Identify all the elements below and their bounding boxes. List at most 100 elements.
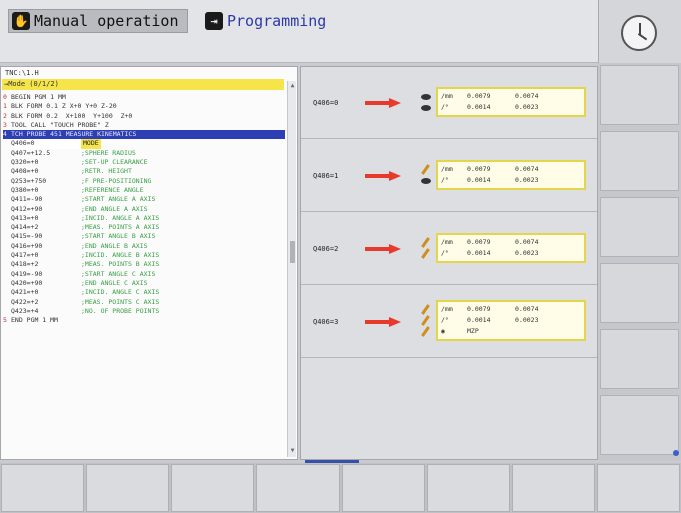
softkey-6[interactable] (426, 464, 510, 512)
line-code: TOOL CALL "TOUCH PROBE" Z (11, 120, 109, 129)
program-line[interactable]: Q411=-90 ;START ANGLE A AXIS (3, 195, 285, 204)
program-line[interactable]: Q320=+0 ;SET-UP CLEARANCE (3, 158, 285, 167)
result-cell: /° (441, 249, 449, 257)
parameter-value: Q416=+90 (11, 241, 43, 250)
file-name: TNC:\1.H (5, 69, 39, 77)
pencil-icon (421, 304, 430, 315)
line-number: 2 (3, 111, 7, 120)
softkey-1[interactable] (1, 464, 85, 512)
program-line[interactable]: 4 TCH PROBE 451 MEASURE KINEMATICS (3, 130, 285, 140)
result-row: /mm 0.0079 0.0074 (441, 91, 581, 102)
arrow-right-icon (365, 98, 401, 108)
program-line[interactable]: Q414=+2 ;MEAS. POINTS A AXIS (3, 223, 285, 232)
parameter-value: Q413=+0 (11, 213, 39, 222)
program-line[interactable]: 3 TOOL CALL "TOUCH PROBE" Z (3, 121, 285, 130)
parameter-value: Q412=+90 (11, 204, 43, 213)
scrollbar[interactable]: ▲ ▼ (287, 81, 296, 457)
arrow-right-icon (365, 244, 401, 254)
parameter-comment: ;INCID. ANGLE B AXIS (81, 251, 160, 260)
program-line[interactable]: Q421=+0 ;INCID. ANGLE C AXIS (3, 288, 285, 297)
measurement-result-box: /mm 0.0079 0.0074 /° 0.0014 0.0023 ◉ MZP (436, 300, 586, 341)
program-line[interactable]: 1 BLK FORM 0.1 Z X+0 Y+0 Z-20 (3, 102, 285, 111)
program-line[interactable]: 0 BEGIN PGM 1 MM (3, 93, 285, 102)
program-line[interactable]: Q418=+2 ;MEAS. POINTS B AXIS (3, 260, 285, 269)
programming-tab[interactable]: ⇥ Programming (205, 9, 326, 33)
result-cell: 0.0014 (467, 103, 491, 111)
program-line[interactable]: Q253=+750 ;F PRE-POSITIONING (3, 177, 285, 186)
mode-option-label: Q406=3 (313, 318, 339, 326)
program-line[interactable]: Q408=+0 ;RETR. HEIGHT (3, 167, 285, 176)
mode-option-label: Q406=0 (313, 99, 339, 107)
mode-option-1: Q406=1/mm 0.0079 0.0074 /° 0.0014 0.0023 (301, 140, 597, 212)
program-panel: TNC:\1.H →Mode (0/1/2) 0 BEGIN PGM 1 MM 1 B… (0, 66, 298, 460)
program-line[interactable]: Q406=0 MODE (3, 139, 285, 149)
parameter-comment: ;END ANGLE A AXIS (81, 204, 148, 213)
result-row: /mm 0.0079 0.0074 (441, 164, 581, 175)
softkey-5[interactable] (341, 464, 425, 512)
softkey-8[interactable] (596, 464, 680, 512)
mode-option-0: Q406=0/mm 0.0079 0.0074 /° 0.0014 0.0023 (301, 67, 597, 139)
program-line[interactable]: Q380=+0 ;REFERENCE ANGLE (3, 186, 285, 195)
mode-option-2: Q406=2/mm 0.0079 0.0074 /° 0.0014 0.0023 (301, 213, 597, 285)
program-line[interactable]: Q413=+0 ;INCID. ANGLE A AXIS (3, 214, 285, 223)
vertical-softkey-4[interactable] (600, 263, 679, 323)
program-line[interactable]: Q415=-90 ;START ANGLE B AXIS (3, 232, 285, 241)
result-cell: 0.0014 (467, 316, 491, 324)
scroll-down-icon[interactable]: ▼ (289, 447, 296, 454)
vertical-softkey-2[interactable] (600, 131, 679, 191)
mode-option-label: Q406=2 (313, 245, 339, 253)
scroll-up-icon[interactable]: ▲ (289, 82, 296, 89)
parameter-value: Q415=-90 (11, 232, 43, 241)
softkey-2[interactable] (86, 464, 170, 512)
parameter-value: Q408=+0 (11, 167, 39, 176)
scroll-marker-icon (673, 450, 679, 456)
softkey-3[interactable] (171, 464, 255, 512)
hand-wheel-icon: ✋ (12, 12, 30, 30)
program-line[interactable]: Q417=+0 ;INCID. ANGLE B AXIS (3, 251, 285, 260)
result-cell: 0.0023 (515, 249, 539, 257)
line-number: 3 (3, 120, 7, 129)
manual-operation-tab[interactable]: ✋ Manual operation (8, 9, 188, 33)
result-cell: /mm (441, 238, 453, 246)
parameter-value: Q320=+0 (11, 158, 39, 167)
program-line[interactable]: 2 BLK FORM 0.2 X+100 Y+100 Z+0 (3, 112, 285, 121)
parameter-comment: ;START ANGLE C AXIS (81, 269, 156, 278)
scroll-thumb[interactable] (290, 241, 295, 263)
result-cell: /mm (441, 92, 453, 100)
program-line[interactable]: Q416=+90 ;END ANGLE B AXIS (3, 242, 285, 251)
program-line[interactable]: Q407=+12.5 ;SPHERE RADIUS (3, 149, 285, 158)
result-cell: MZP (467, 327, 479, 335)
parameter-value: Q420=+90 (11, 278, 43, 287)
parameter-value: Q423=+4 (11, 306, 39, 315)
program-line[interactable]: Q420=+90 ;END ANGLE C AXIS (3, 279, 285, 288)
line-number: 5 (3, 316, 7, 325)
softkey-4[interactable] (256, 464, 340, 512)
vertical-softkey-6[interactable] (600, 395, 679, 455)
program-line[interactable]: Q412=+90 ;END ANGLE A AXIS (3, 205, 285, 214)
parameter-comment: MODE (81, 139, 101, 149)
vertical-softkey-1[interactable] (600, 65, 679, 125)
program-line[interactable]: 5 END PGM 1 MM (3, 316, 285, 325)
program-line[interactable]: Q422=+2 ;MEAS. POINTS C AXIS (3, 298, 285, 307)
result-cell: /mm (441, 305, 453, 313)
header-bar: ✋ Manual operation ⇥ Programming (0, 0, 598, 63)
vertical-softkey-bar (598, 63, 681, 461)
softkey-7[interactable] (511, 464, 595, 512)
program-line[interactable]: Q423=+4 ;NO. OF PROBE POINTS (3, 307, 285, 316)
parameter-comment: ;START ANGLE A AXIS (81, 195, 156, 204)
arrow-right-icon (365, 317, 401, 327)
eye-icon (421, 177, 431, 184)
vertical-softkey-3[interactable] (600, 197, 679, 257)
parameter-comment: ;INCID. ANGLE A AXIS (81, 213, 160, 222)
parameter-value: Q418=+2 (11, 260, 39, 269)
line-number: 0 (3, 93, 7, 101)
measurement-result-box: /mm 0.0079 0.0074 /° 0.0014 0.0023 (436, 87, 586, 117)
program-line[interactable]: Q419=-90 ;START ANGLE C AXIS (3, 270, 285, 279)
horizontal-softkey-bar (0, 463, 681, 513)
result-cell: 0.0074 (515, 305, 539, 313)
program-header-line: →Mode (0/1/2) (2, 79, 284, 90)
vertical-softkey-5[interactable] (600, 329, 679, 389)
result-cell: 0.0079 (467, 92, 491, 100)
parameter-value: Q421=+0 (11, 288, 39, 297)
result-cell: 0.0074 (515, 238, 539, 246)
